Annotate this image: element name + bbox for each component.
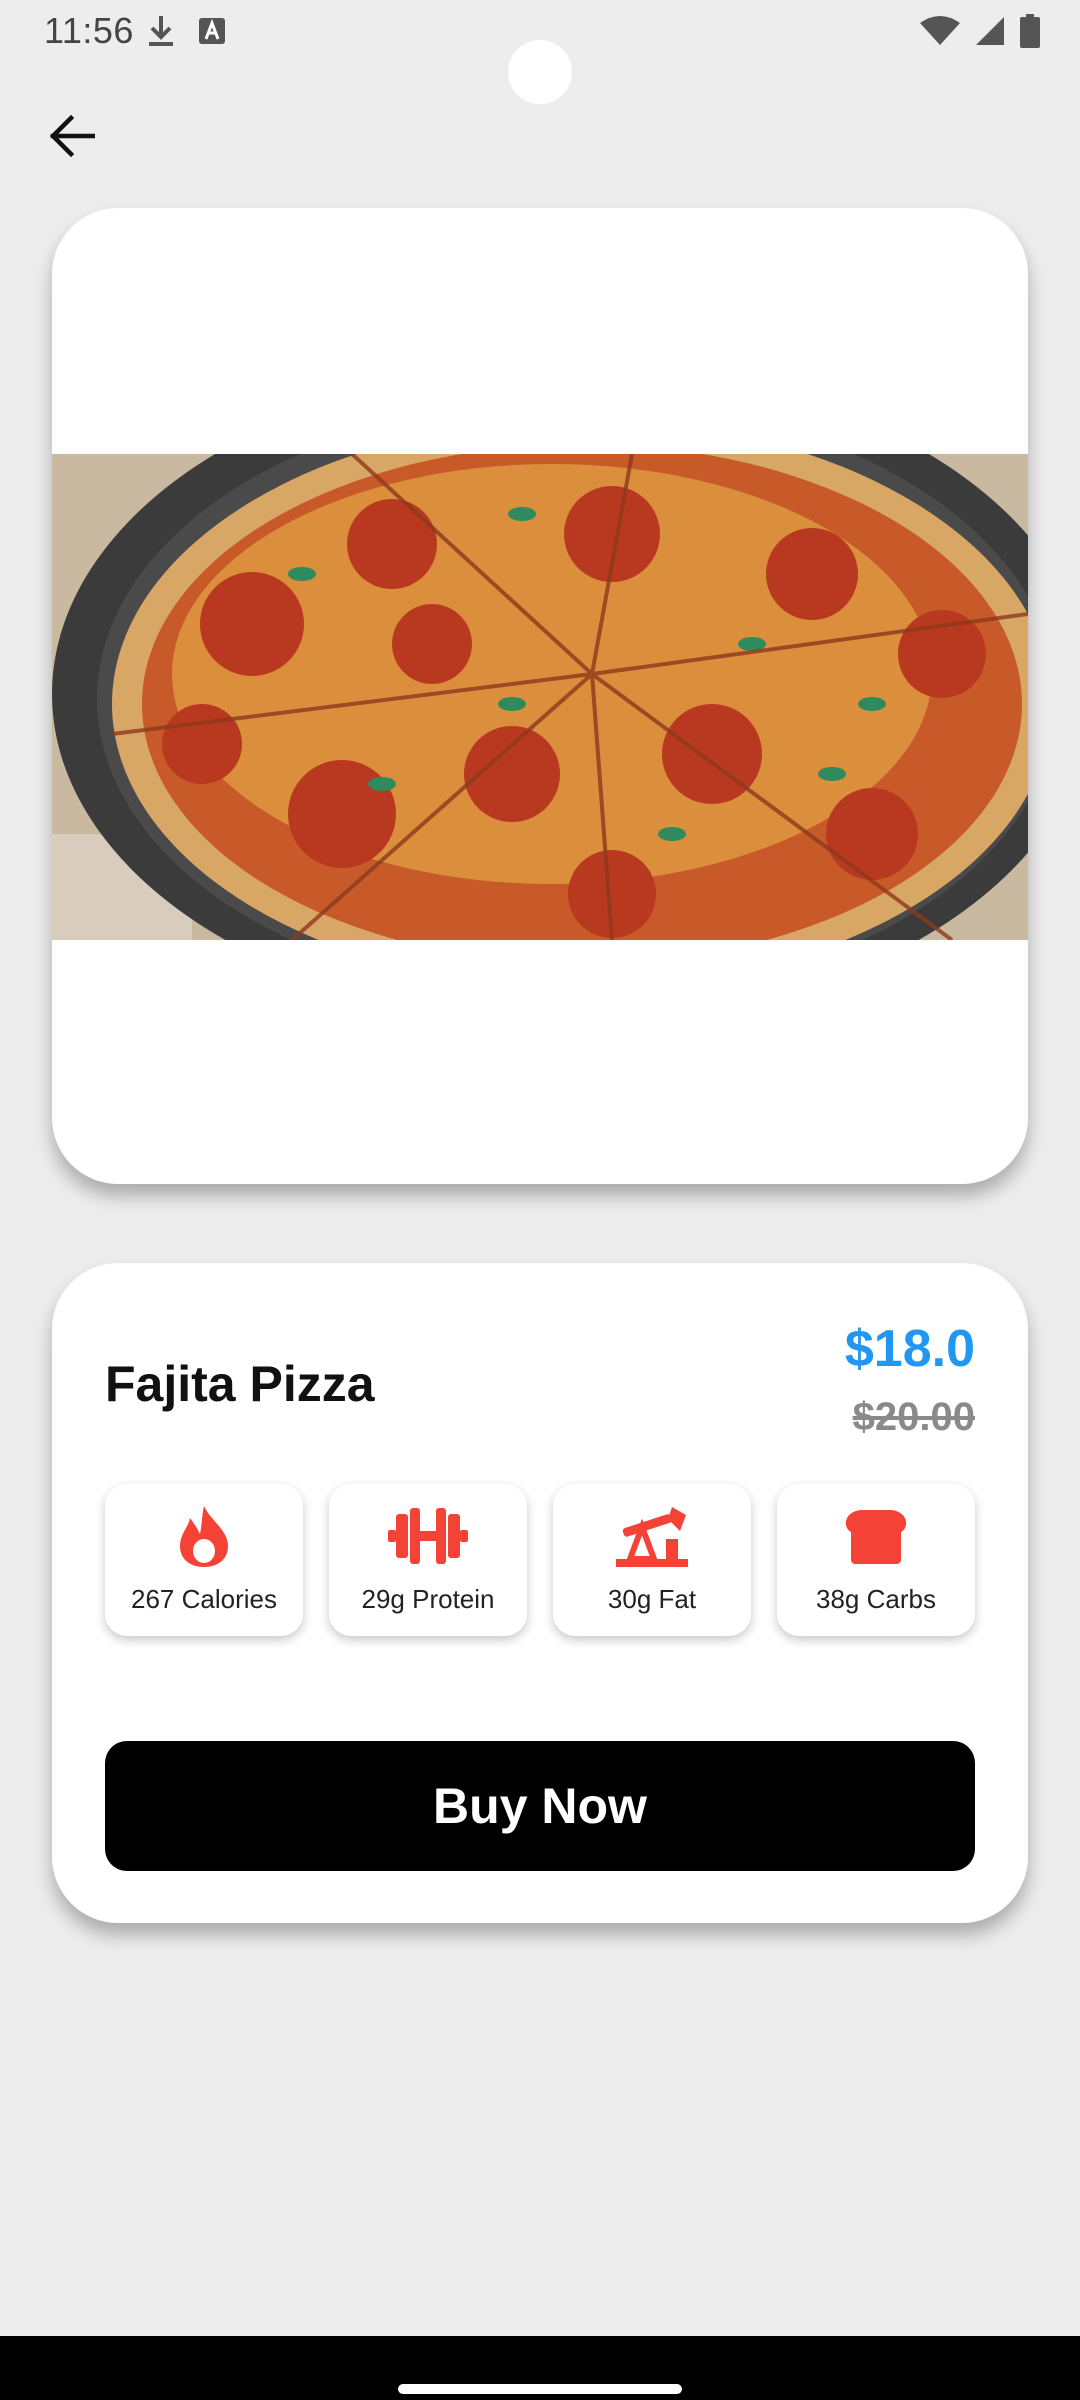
nutrition-row: 267 Calories 29g Protein 30g Fat 38g Car… [105,1484,975,1636]
nutrition-chip-protein: 29g Protein [329,1484,527,1636]
battery-icon [1020,14,1040,48]
home-gesture-handle[interactable] [398,2384,682,2394]
status-time: 11:56 [44,10,134,51]
current-price: $18.0 [844,1320,975,1378]
buy-now-button[interactable]: Buy Now [105,1741,975,1871]
nutrition-label: 38g Carbs [816,1584,936,1614]
nutrition-chip-calories: 267 Calories [105,1484,303,1636]
nutrition-label: 29g Protein [361,1584,495,1614]
status-right-icons [920,14,1040,48]
nutrition-chip-carbs: 38g Carbs [777,1484,975,1636]
status-bar: 11:56 [0,0,1080,104]
wifi-icon [920,16,960,45]
oil-pump-icon [616,1507,688,1567]
flame-icon [180,1506,228,1567]
bread-icon [845,1510,907,1564]
product-name: Fajita Pizza [105,1356,375,1412]
arrow-left-icon [49,115,95,157]
nutrition-chip-fat: 30g Fat [553,1484,751,1636]
back-button[interactable] [40,104,104,168]
text-badge-icon [199,18,225,44]
nutrition-label: 30g Fat [607,1584,697,1614]
camera-cutout [508,40,572,104]
product-image-card [52,208,1028,1184]
nutrition-label: 267 Calories [131,1584,277,1614]
dumbbell-icon [388,1508,468,1564]
product-details-card: Fajita Pizza $18.0 $20.00 267 Calories 2… [52,1263,1028,1923]
signal-icon [976,17,1004,45]
original-price: $20.00 [852,1395,975,1439]
pepperoni-pizza-photo [52,454,1028,940]
download-icon [149,16,173,46]
status-left-icons [146,14,226,48]
